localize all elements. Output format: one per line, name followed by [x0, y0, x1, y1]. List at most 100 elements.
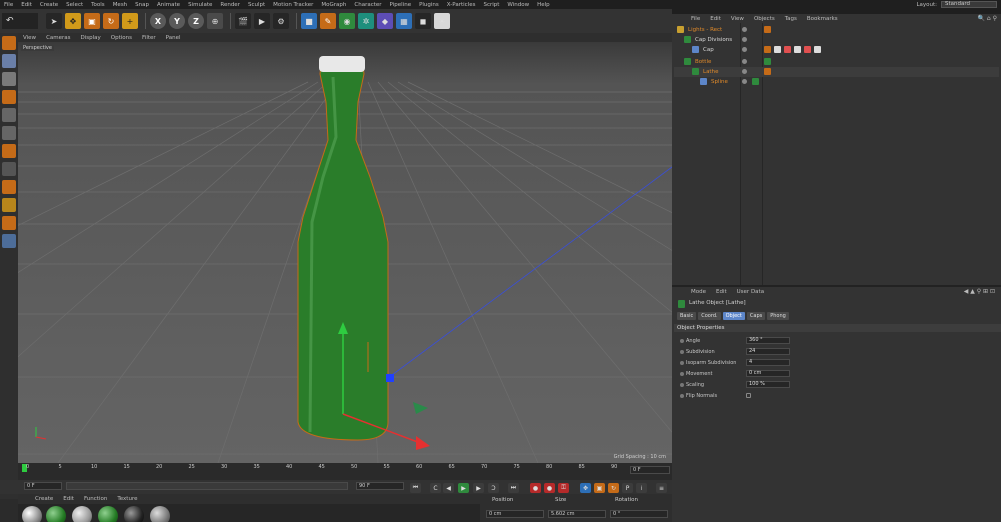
tab-phong[interactable]: Phong: [767, 312, 789, 320]
record-active-objects-button[interactable]: ●: [530, 483, 541, 493]
object-row-spline[interactable]: Spline: [674, 77, 999, 87]
movement-input[interactable]: 0 cm: [746, 370, 790, 377]
axis-mode-icon[interactable]: [2, 162, 16, 176]
parameter-key-button[interactable]: P: [622, 483, 633, 493]
tab-object[interactable]: Object: [722, 312, 745, 320]
om-menu-file[interactable]: File: [686, 16, 705, 22]
render-view-button[interactable]: 🎬: [235, 13, 251, 29]
autokeying-button[interactable]: ●: [544, 483, 555, 493]
am-nav-icons[interactable]: ◀ ▲ ⚲ ⊞ ⊡: [964, 288, 995, 295]
menu-pipeline[interactable]: Pipeline: [386, 2, 416, 8]
tweak-mode-icon[interactable]: [2, 180, 16, 194]
object-row-cap[interactable]: Cap: [674, 45, 999, 55]
om-menu-bookmarks[interactable]: Bookmarks: [802, 16, 843, 22]
live-selection-button[interactable]: ➤: [46, 13, 62, 29]
edges-mode-icon[interactable]: [2, 126, 16, 140]
object-row-cap-divisions[interactable]: Cap Divisions: [674, 35, 999, 45]
visibility-dot[interactable]: [742, 47, 747, 52]
viewport-menu-view[interactable]: View: [18, 35, 41, 41]
tag-icon[interactable]: [764, 26, 771, 33]
animation-dot[interactable]: [680, 383, 684, 387]
viewport-menu-filter[interactable]: Filter: [137, 35, 161, 41]
x-axis-button[interactable]: X: [150, 13, 166, 29]
frame-range-slider[interactable]: [66, 482, 348, 490]
coord-rotation-h[interactable]: 0 °: [610, 510, 668, 518]
am-menu-edit[interactable]: Edit: [711, 289, 732, 295]
material-swatch-green-2[interactable]: [98, 506, 118, 522]
menu-script[interactable]: Script: [479, 2, 503, 8]
material-tag-icon[interactable]: [774, 46, 781, 53]
coord-position-x[interactable]: 0 cm: [486, 510, 544, 518]
flip-normals-checkbox[interactable]: [746, 393, 751, 398]
start-frame-field[interactable]: 0 F: [24, 482, 62, 490]
menu-snap[interactable]: Snap: [131, 2, 153, 8]
om-menu-tags[interactable]: Tags: [780, 16, 802, 22]
menu-animate[interactable]: Animate: [153, 2, 184, 8]
floor-button[interactable]: ▦: [396, 13, 412, 29]
camera-button[interactable]: ◼: [415, 13, 431, 29]
snap-icon[interactable]: [2, 198, 16, 212]
object-row-lights-rect[interactable]: Lights - Rect: [674, 25, 999, 35]
prev-frame-button[interactable]: ◀: [443, 483, 454, 493]
cube-button[interactable]: ■: [301, 13, 317, 29]
end-frame-right-field[interactable]: 0 F: [630, 466, 670, 474]
scaling-input[interactable]: 100 %: [746, 381, 790, 388]
material-swatch-silver[interactable]: [72, 506, 92, 522]
animation-dot[interactable]: [680, 372, 684, 376]
rotation-key-button[interactable]: ↻: [608, 483, 619, 493]
material-swatch-gray[interactable]: [150, 506, 170, 522]
viewport-menu-display[interactable]: Display: [76, 35, 106, 41]
rotate-tool-button[interactable]: ↻: [103, 13, 119, 29]
point-level-button[interactable]: ⁞: [636, 483, 647, 493]
om-search-icon[interactable]: 🔍 ⌂ ⚲: [978, 15, 998, 22]
am-menu-mode[interactable]: Mode: [686, 289, 711, 295]
next-key-button[interactable]: Ↄ: [488, 483, 499, 493]
am-menu-user-data[interactable]: User Data: [732, 289, 769, 295]
om-menu-objects[interactable]: Objects: [749, 16, 780, 22]
angle-input[interactable]: 360 °: [746, 337, 790, 344]
menu-select[interactable]: Select: [62, 2, 87, 8]
material-tag-icon[interactable]: [814, 46, 821, 53]
model-mode-icon[interactable]: [2, 54, 16, 68]
gizmo-x-arrow[interactable]: [416, 436, 430, 450]
tab-basic[interactable]: Basic: [677, 312, 697, 320]
visibility-dot[interactable]: [742, 27, 747, 32]
material-menu-create[interactable]: Create: [30, 496, 58, 502]
menu-help[interactable]: Help: [533, 2, 554, 8]
material-menu-texture[interactable]: Texture: [112, 496, 142, 502]
menu-create[interactable]: Create: [36, 2, 62, 8]
material-swatch-black[interactable]: [124, 506, 144, 522]
menu-edit[interactable]: Edit: [17, 2, 36, 8]
material-menu-edit[interactable]: Edit: [58, 496, 79, 502]
object-row-bottle[interactable]: Bottle: [674, 57, 999, 67]
points-mode-icon[interactable]: [2, 108, 16, 122]
make-editable-icon[interactable]: [2, 36, 16, 50]
animation-dot[interactable]: [680, 361, 684, 365]
goto-end-button[interactable]: ⏭: [508, 483, 519, 493]
tag-icon[interactable]: [764, 68, 771, 75]
position-key-button[interactable]: ✥: [580, 483, 591, 493]
planar-workplane-icon[interactable]: [2, 234, 16, 248]
viewport-menu-cameras[interactable]: Cameras: [41, 35, 75, 41]
render-settings-button[interactable]: ⚙: [273, 13, 289, 29]
scale-tool-button[interactable]: ▣: [84, 13, 100, 29]
menu-sculpt[interactable]: Sculpt: [244, 2, 269, 8]
menu-tools[interactable]: Tools: [87, 2, 109, 8]
tag-icon[interactable]: [764, 46, 771, 53]
subdivision-input[interactable]: 24: [746, 348, 790, 355]
menu-mesh[interactable]: Mesh: [109, 2, 131, 8]
undo-button[interactable]: ↶: [2, 13, 38, 29]
material-tag-icon[interactable]: [764, 58, 771, 65]
move-tool-button[interactable]: ✥: [65, 13, 81, 29]
light-button[interactable]: ☀: [434, 13, 450, 29]
array-button[interactable]: ✲: [358, 13, 374, 29]
animation-dot[interactable]: [680, 394, 684, 398]
polygons-mode-icon[interactable]: [2, 144, 16, 158]
menu-simulate[interactable]: Simulate: [184, 2, 216, 8]
om-menu-edit[interactable]: Edit: [705, 16, 726, 22]
pen-spline-button[interactable]: ✎: [320, 13, 336, 29]
scale-key-button[interactable]: ▣: [594, 483, 605, 493]
tab-caps[interactable]: Caps: [746, 312, 766, 320]
visibility-dot[interactable]: [742, 79, 747, 84]
timeline-menu-button[interactable]: ≡: [656, 483, 667, 493]
